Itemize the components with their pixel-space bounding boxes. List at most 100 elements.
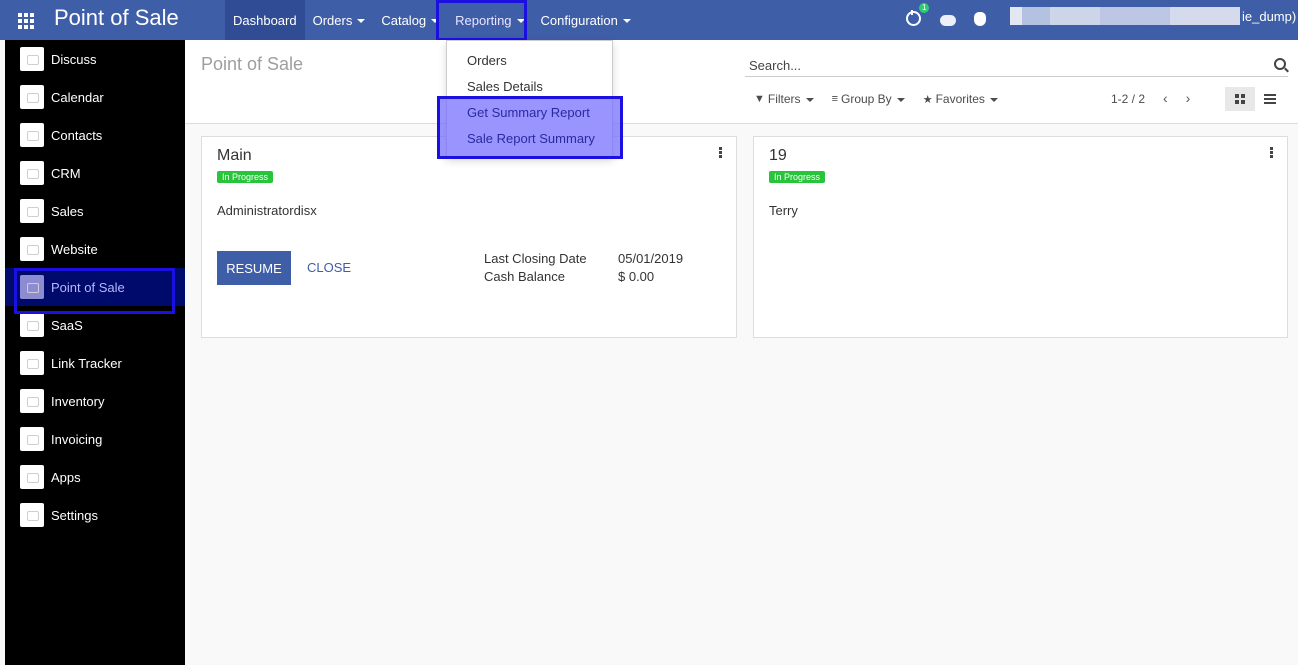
close-session-link[interactable]: CLOSE xyxy=(307,260,351,275)
menu-catalog[interactable]: Catalog xyxy=(373,0,447,40)
sidebar-item-label: CRM xyxy=(51,165,81,181)
reporting-item-orders[interactable]: Orders xyxy=(447,47,612,73)
sidebar-item-discuss[interactable]: Discuss xyxy=(5,40,185,78)
search-options: ▼ Filters ≡ Group By ★ Favorites xyxy=(754,92,998,106)
resume-button[interactable]: RESUME xyxy=(217,251,291,285)
chevron-down-icon xyxy=(622,19,631,23)
favorites-label: Favorites xyxy=(935,92,985,106)
groupby-label: Group By xyxy=(840,92,892,106)
sidebar-item-label: Link Tracker xyxy=(51,355,122,371)
kanban-view-button[interactable] xyxy=(1225,87,1255,111)
chevron-down-icon xyxy=(516,19,525,23)
app-brand-title: Point of Sale xyxy=(54,5,179,30)
star-icon: ★ xyxy=(922,93,933,106)
menu-label: Configuration xyxy=(540,12,618,28)
search-icon[interactable] xyxy=(1274,58,1286,70)
sidebar-item-contacts[interactable]: Contacts xyxy=(5,116,185,154)
bars-icon: ≡ xyxy=(831,93,838,105)
list-icon xyxy=(1264,94,1276,104)
sidebar-item-label: Point of Sale xyxy=(51,279,125,295)
sidebar-item-calendar[interactable]: Calendar xyxy=(5,78,185,116)
kebab-menu-icon[interactable] xyxy=(719,147,722,158)
control-panel: Point of Sale ▼ Filters ≡ Group By ★ Fav… xyxy=(185,40,1298,124)
pager-nav: ‹ › xyxy=(1163,90,1190,106)
sidebar-item-inventory[interactable]: Inventory xyxy=(5,382,185,420)
user-menu-blurred[interactable] xyxy=(1010,7,1240,25)
last-closing-value: 05/01/2019 xyxy=(618,251,684,266)
groupby-button[interactable]: ≡ Group By xyxy=(832,92,905,106)
menu-label: Catalog xyxy=(381,12,427,28)
funnel-icon: ▼ xyxy=(754,93,765,105)
chevron-down-icon xyxy=(431,19,440,23)
sidebar-item-label: Invoicing xyxy=(51,431,103,447)
sidebar-item-label: Calendar xyxy=(51,89,104,105)
sidebar-item-crm[interactable]: CRM xyxy=(5,154,185,192)
chevron-down-icon xyxy=(989,98,998,102)
sidebar-item-link-tracker[interactable]: Link Tracker xyxy=(5,344,185,382)
app-icon xyxy=(20,161,44,185)
sidebar-item-settings[interactable]: Settings xyxy=(5,496,185,534)
menu-label: Reporting xyxy=(455,12,512,28)
sidebar-item-saas[interactable]: SaaS xyxy=(5,306,185,344)
list-view-button[interactable] xyxy=(1255,87,1285,111)
filters-label: Filters xyxy=(767,92,801,106)
top-navbar: Point of Sale Dashboard Orders Catalog Repo… xyxy=(0,0,1298,40)
cash-balance-label: Cash Balance xyxy=(484,269,565,284)
menu-reporting[interactable]: Reporting xyxy=(447,0,533,40)
sidebar-item-point-of-sale[interactable]: Point of Sale xyxy=(5,268,185,306)
menu-orders[interactable]: Orders xyxy=(305,0,374,40)
reporting-item-sales-details[interactable]: Sales Details xyxy=(447,73,612,99)
chat-button[interactable] xyxy=(940,8,958,26)
app-icon xyxy=(20,313,44,337)
app-icon xyxy=(20,199,44,223)
pager-value[interactable]: 1-2 / 2 xyxy=(1111,92,1145,106)
pos-config-card: 19 In Progress Terry xyxy=(753,136,1288,338)
app-icon xyxy=(20,85,44,109)
menu-label: Dashboard xyxy=(233,12,297,28)
app-icon xyxy=(20,237,44,261)
chevron-down-icon xyxy=(805,98,814,102)
app-sidebar: Discuss Calendar Contacts CRM Sales Website Po… xyxy=(5,40,185,665)
activity-count-badge: 1 xyxy=(919,3,930,13)
status-badge: In Progress xyxy=(217,171,274,183)
bug-icon xyxy=(974,12,986,26)
user-menu-label[interactable]: ie_dump) xyxy=(1242,9,1296,24)
systray: 1 xyxy=(906,3,992,26)
kanban-icon xyxy=(1235,94,1245,104)
sidebar-item-sales[interactable]: Sales xyxy=(5,192,185,230)
menu-configuration[interactable]: Configuration xyxy=(533,0,639,40)
app-icon xyxy=(20,503,44,527)
app-icon xyxy=(20,351,44,375)
clock-icon xyxy=(906,11,921,26)
card-title: 19 xyxy=(769,147,787,164)
sidebar-item-invoicing[interactable]: Invoicing xyxy=(5,420,185,458)
filters-button[interactable]: ▼ Filters xyxy=(754,92,814,106)
main-menu: Dashboard Orders Catalog Reporting Configura… xyxy=(225,0,639,40)
reporting-item-sale-report-summary[interactable]: Sale Report Summary xyxy=(447,125,612,151)
sidebar-item-apps[interactable]: Apps xyxy=(5,458,185,496)
favorites-button[interactable]: ★ Favorites xyxy=(923,92,998,106)
apps-grid-icon[interactable] xyxy=(18,10,36,29)
app-icon xyxy=(20,389,44,413)
kebab-menu-icon[interactable] xyxy=(1270,147,1273,158)
sidebar-item-label: SaaS xyxy=(51,317,83,333)
menu-dashboard[interactable]: Dashboard xyxy=(225,0,305,40)
activity-clock-button[interactable]: 1 xyxy=(906,3,930,26)
app-icon xyxy=(20,123,44,147)
view-switcher xyxy=(1225,87,1285,111)
app-icon xyxy=(20,275,44,299)
reporting-item-get-summary-report[interactable]: Get Summary Report xyxy=(447,99,612,125)
chevron-down-icon xyxy=(357,19,366,23)
card-title: Main xyxy=(217,147,252,164)
debug-button[interactable] xyxy=(974,8,992,26)
sidebar-item-label: Inventory xyxy=(51,393,105,409)
sidebar-item-website[interactable]: Website xyxy=(5,230,185,268)
chevron-left-icon[interactable]: ‹ xyxy=(1163,90,1168,106)
chevron-down-icon xyxy=(896,98,905,102)
chat-bubbles-icon xyxy=(940,15,956,26)
card-user: Administratordisx xyxy=(217,203,317,218)
chevron-right-icon[interactable]: › xyxy=(1186,90,1191,106)
status-badge: In Progress xyxy=(769,171,826,183)
breadcrumb-title: Point of Sale xyxy=(201,54,304,74)
search-input[interactable] xyxy=(745,55,1245,75)
